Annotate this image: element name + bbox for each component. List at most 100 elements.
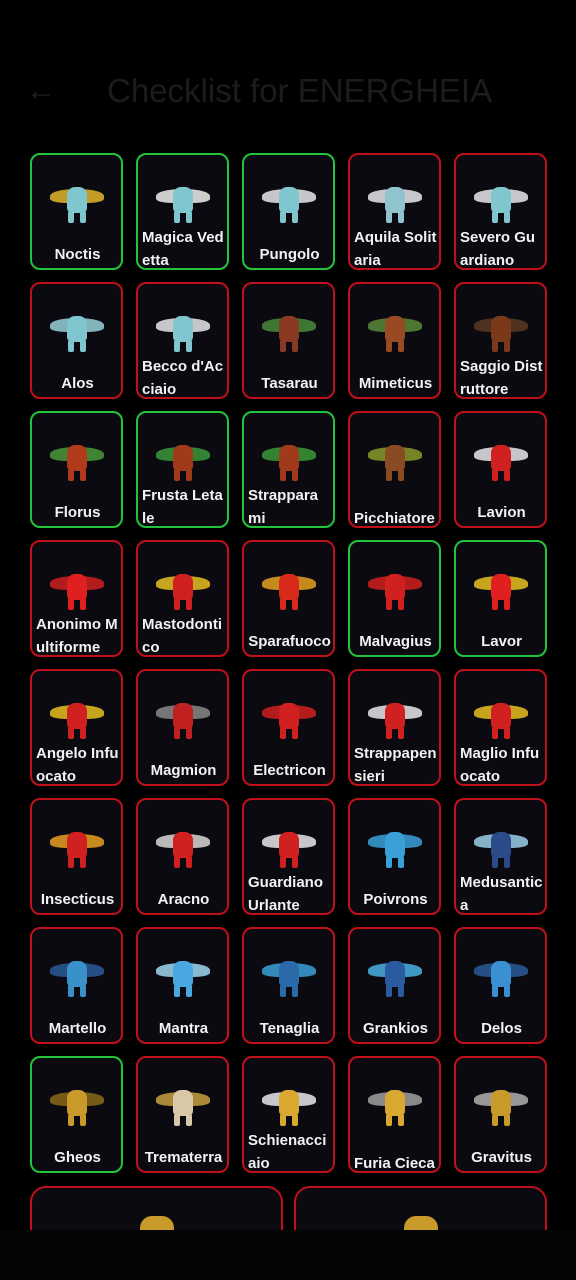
figure-image: [261, 828, 316, 872]
checklist-card[interactable]: Martello: [30, 927, 123, 1044]
figure-image: [473, 957, 528, 1001]
figure-image: [261, 570, 316, 614]
checklist-card[interactable]: Strapparami: [242, 411, 335, 528]
checklist-card[interactable]: Mimeticus: [348, 282, 441, 399]
card-name: Florus: [54, 504, 101, 521]
figure-image: [155, 1086, 210, 1130]
checklist-card[interactable]: Severo Guardiano: [454, 153, 547, 270]
navigation-bar: [0, 1230, 576, 1280]
figure-image: [473, 441, 528, 485]
card-name: Aracno: [157, 891, 210, 908]
card-name: Gravitus: [471, 1149, 532, 1166]
figure-image: [49, 183, 104, 227]
figure-image: [49, 312, 104, 356]
card-name: Severo Guardiano: [460, 229, 536, 269]
card-name: Picchiatore: [354, 510, 435, 527]
checklist-card[interactable]: Poivrons: [348, 798, 441, 915]
checklist-card[interactable]: Mantra: [136, 927, 229, 1044]
checklist-card[interactable]: Magmion: [136, 669, 229, 786]
checklist-card[interactable]: Lavor: [454, 540, 547, 657]
card-name: Saggio Distruttore: [460, 358, 543, 398]
figure-image: [367, 183, 422, 227]
card-name: Poivrons: [363, 891, 428, 908]
checklist-card[interactable]: Pungolo: [242, 153, 335, 270]
figure-image: [261, 183, 316, 227]
figure-image: [49, 441, 104, 485]
card-name: Furia Cieca: [354, 1155, 435, 1172]
figure-image: [155, 957, 210, 1001]
checklist-card[interactable]: Schienacciaio: [242, 1056, 335, 1173]
card-name: Alos: [61, 375, 94, 392]
checklist-card[interactable]: Alos: [30, 282, 123, 399]
card-name: Frusta Letale: [142, 487, 223, 527]
figure-image: [49, 699, 104, 743]
back-button[interactable]: ←: [26, 73, 56, 109]
checklist-card[interactable]: Maglio Infuocato: [454, 669, 547, 786]
checklist-card[interactable]: Noctis: [30, 153, 123, 270]
checklist-card[interactable]: Gheos: [30, 1056, 123, 1173]
figure-image: [155, 312, 210, 356]
checklist-card[interactable]: Electricon: [242, 669, 335, 786]
figure-image: [261, 957, 316, 1001]
card-name: Insecticus: [40, 891, 115, 908]
checklist-card[interactable]: Gravitus: [454, 1056, 547, 1173]
checklist-card[interactable]: Mastodontico: [136, 540, 229, 657]
checklist-card[interactable]: Trematerra: [136, 1056, 229, 1173]
checklist-card[interactable]: Picchiatore: [348, 411, 441, 528]
checklist-card[interactable]: Medusantica: [454, 798, 547, 915]
card-name: Malvagius: [359, 633, 432, 650]
checklist-card[interactable]: Becco d'Acciaio: [136, 282, 229, 399]
figure-image: [473, 1086, 528, 1130]
checklist-card[interactable]: Saggio Distruttore: [454, 282, 547, 399]
figure-image: [155, 441, 210, 485]
figure-image: [473, 570, 528, 614]
card-name: Lavor: [481, 633, 522, 650]
figure-image: [367, 699, 422, 743]
checklist-card[interactable]: Grankios: [348, 927, 441, 1044]
figure-image: [367, 570, 422, 614]
card-name: Medusantica: [460, 874, 543, 914]
figure-image: [473, 183, 528, 227]
figure-image: [473, 828, 528, 872]
card-name: Strappapensieri: [354, 745, 437, 785]
card-name: Angelo Infuocato: [36, 745, 119, 785]
figure-image: [261, 699, 316, 743]
card-name: Guardiano Urlante: [248, 874, 324, 914]
figure-image: [155, 828, 210, 872]
checklist-card[interactable]: Malvagius: [348, 540, 441, 657]
card-name: Delos: [481, 1020, 522, 1037]
card-name: Lavion: [477, 504, 526, 521]
checklist-card[interactable]: Delos: [454, 927, 547, 1044]
figure-image: [261, 312, 316, 356]
checklist-card[interactable]: Aquila Solitaria: [348, 153, 441, 270]
checklist-card[interactable]: Florus: [30, 411, 123, 528]
card-name: Sparafuoco: [248, 633, 331, 650]
card-name: Magica Vedetta: [142, 229, 224, 269]
arrow-left-icon: ←: [26, 74, 56, 107]
card-name: Anonimo Multiforme: [36, 616, 118, 656]
checklist-card[interactable]: Furia Cieca: [348, 1056, 441, 1173]
checklist-card[interactable]: Insecticus: [30, 798, 123, 915]
page-title: Checklist for ENERGHEIA: [107, 72, 493, 109]
checklist-card[interactable]: Tasarau: [242, 282, 335, 399]
figure-image: [367, 441, 422, 485]
checklist-card[interactable]: Aracno: [136, 798, 229, 915]
card-name: Trematerra: [144, 1149, 223, 1166]
checklist-card[interactable]: Angelo Infuocato: [30, 669, 123, 786]
card-name: Noctis: [54, 246, 101, 263]
card-name: Schienacciaio: [248, 1132, 327, 1172]
checklist-card[interactable]: Lavion: [454, 411, 547, 528]
checklist-card[interactable]: Strappapensieri: [348, 669, 441, 786]
checklist-card[interactable]: Magica Vedetta: [136, 153, 229, 270]
checklist-card[interactable]: Anonimo Multiforme: [30, 540, 123, 657]
figure-image: [49, 828, 104, 872]
figure-image: [367, 957, 422, 1001]
figure-image: [49, 570, 104, 614]
checklist-card[interactable]: Sparafuoco: [242, 540, 335, 657]
checklist-card[interactable]: Guardiano Urlante: [242, 798, 335, 915]
figure-image: [155, 183, 210, 227]
card-name: Mantra: [158, 1020, 209, 1037]
card-name: Becco d'Acciaio: [142, 358, 224, 398]
checklist-card[interactable]: Tenaglia: [242, 927, 335, 1044]
checklist-card[interactable]: Frusta Letale: [136, 411, 229, 528]
